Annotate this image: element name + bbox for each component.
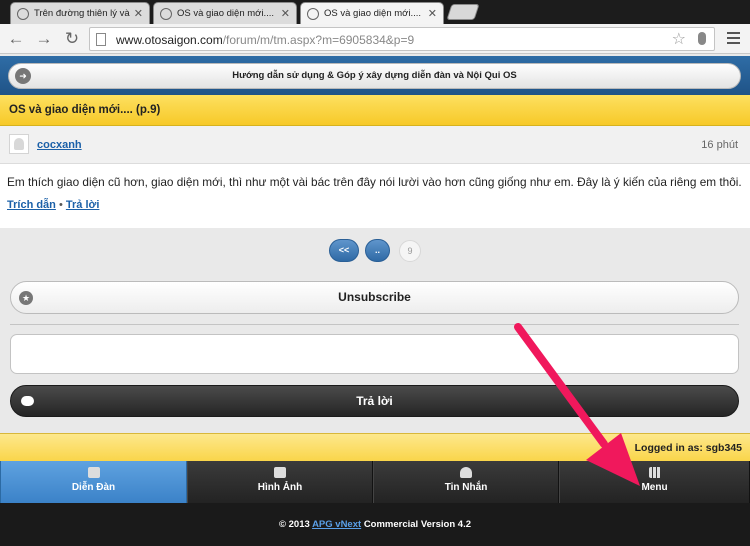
- forward-arrow-icon[interactable]: →: [34, 28, 54, 50]
- pagination: << .. 9: [0, 229, 750, 273]
- reload-icon[interactable]: ↻: [62, 28, 82, 50]
- nav-label: Hình Ảnh: [257, 482, 303, 493]
- post-author-link[interactable]: cocxanh: [37, 139, 82, 151]
- post-time: 16 phút: [701, 139, 738, 151]
- forum-icon: [87, 467, 100, 478]
- nav-forum[interactable]: Diễn Đàn: [0, 461, 187, 503]
- nav-label: Tin Nhắn: [444, 482, 488, 493]
- reply-submit-button[interactable]: Trả lời: [10, 385, 739, 417]
- unsubscribe-button[interactable]: ★ Unsubscribe: [10, 281, 739, 314]
- guide-link-button[interactable]: ➜ Hướng dẫn sử dụng & Góp ý xây dựng diễ…: [8, 63, 741, 89]
- nav-label: Diễn Đàn: [71, 482, 116, 493]
- nav-images[interactable]: Hình Ảnh: [187, 461, 373, 503]
- first-page-button[interactable]: <<: [329, 239, 359, 262]
- globe-icon: [17, 7, 29, 20]
- browser-toolbar: ← → ↻ www.otosaigon.com/forum/m/tm.aspx?…: [0, 24, 750, 54]
- reply-link[interactable]: Trả lời: [66, 199, 100, 211]
- post-header: [0, 126, 750, 164]
- reply-textarea[interactable]: [10, 334, 739, 374]
- back-arrow-icon[interactable]: ←: [6, 28, 26, 50]
- post-body: Em thích giao diện cũ hơn, giao diện mới…: [7, 175, 742, 189]
- globe-icon: [307, 7, 319, 20]
- close-icon[interactable]: ✕: [281, 7, 290, 20]
- address-bar[interactable]: www.otosaigon.com/forum/m/tm.aspx?m=6905…: [89, 27, 715, 51]
- browser-tab-1[interactable]: Trên đường thiên lý và các ✕: [10, 2, 150, 24]
- divider: [10, 324, 739, 325]
- tab-title: OS và giao diện mới....: [177, 8, 275, 19]
- inbox-icon: [460, 467, 472, 478]
- footer-link[interactable]: APG vNext: [312, 519, 361, 530]
- browser-tab-2[interactable]: OS và giao diện mới.... ✕: [153, 2, 297, 24]
- grid-icon: [648, 467, 661, 478]
- thread-title: OS và giao diện mới.... (p.9): [0, 95, 750, 126]
- globe-icon: [160, 7, 172, 20]
- star-circle-icon: ★: [19, 291, 33, 305]
- avatar[interactable]: [9, 134, 29, 154]
- footer-prefix: © 2013: [278, 519, 310, 530]
- guide-link-label: Hướng dẫn sử dụng & Góp ý xây dựng diễn …: [232, 70, 517, 81]
- browser-tab-strip: Trên đường thiên lý và các ✕ OS và giao …: [0, 0, 750, 24]
- nav-menu[interactable]: Menu: [559, 461, 750, 503]
- post-actions: Trích dẫn • Trả lời: [7, 199, 99, 211]
- arrow-right-circle-icon: ➜: [15, 68, 31, 84]
- current-page-number: 9: [399, 240, 421, 262]
- logged-in-status: Logged in as: sgb345: [0, 433, 750, 461]
- browser-tab-3-active[interactable]: OS và giao diện mới.... ✕: [300, 2, 444, 24]
- close-icon[interactable]: ✕: [134, 7, 143, 20]
- nav-label: Menu: [641, 482, 668, 493]
- unsubscribe-label: Unsubscribe: [338, 290, 411, 304]
- footer-suffix: Commercial Version 4.2: [363, 519, 472, 530]
- reply-submit-label: Trả lời: [356, 394, 393, 408]
- quote-link[interactable]: Trích dẫn: [7, 199, 56, 211]
- image-icon: [274, 467, 286, 478]
- previous-pages-button[interactable]: ..: [365, 239, 390, 262]
- separator: •: [58, 199, 63, 211]
- tab-title: Trên đường thiên lý và các: [34, 8, 130, 19]
- speech-bubble-icon: [21, 396, 34, 406]
- page-icon: [96, 33, 106, 46]
- url-text: www.otosaigon.com/forum/m/tm.aspx?m=6905…: [116, 33, 415, 47]
- bookmark-star-icon[interactable]: ☆: [672, 29, 686, 49]
- new-tab-button[interactable]: [446, 4, 480, 20]
- bottom-nav: Diễn Đàn Hình Ảnh Tin Nhắn Menu: [0, 461, 750, 503]
- close-icon[interactable]: ✕: [428, 7, 437, 20]
- tab-title: OS và giao diện mới....: [324, 8, 422, 19]
- microphone-icon[interactable]: [698, 32, 706, 45]
- footer: © 2013 APG vNext Commercial Version 4.2: [0, 503, 750, 546]
- browser-menu-icon[interactable]: [727, 32, 740, 47]
- nav-messages[interactable]: Tin Nhắn: [373, 461, 559, 503]
